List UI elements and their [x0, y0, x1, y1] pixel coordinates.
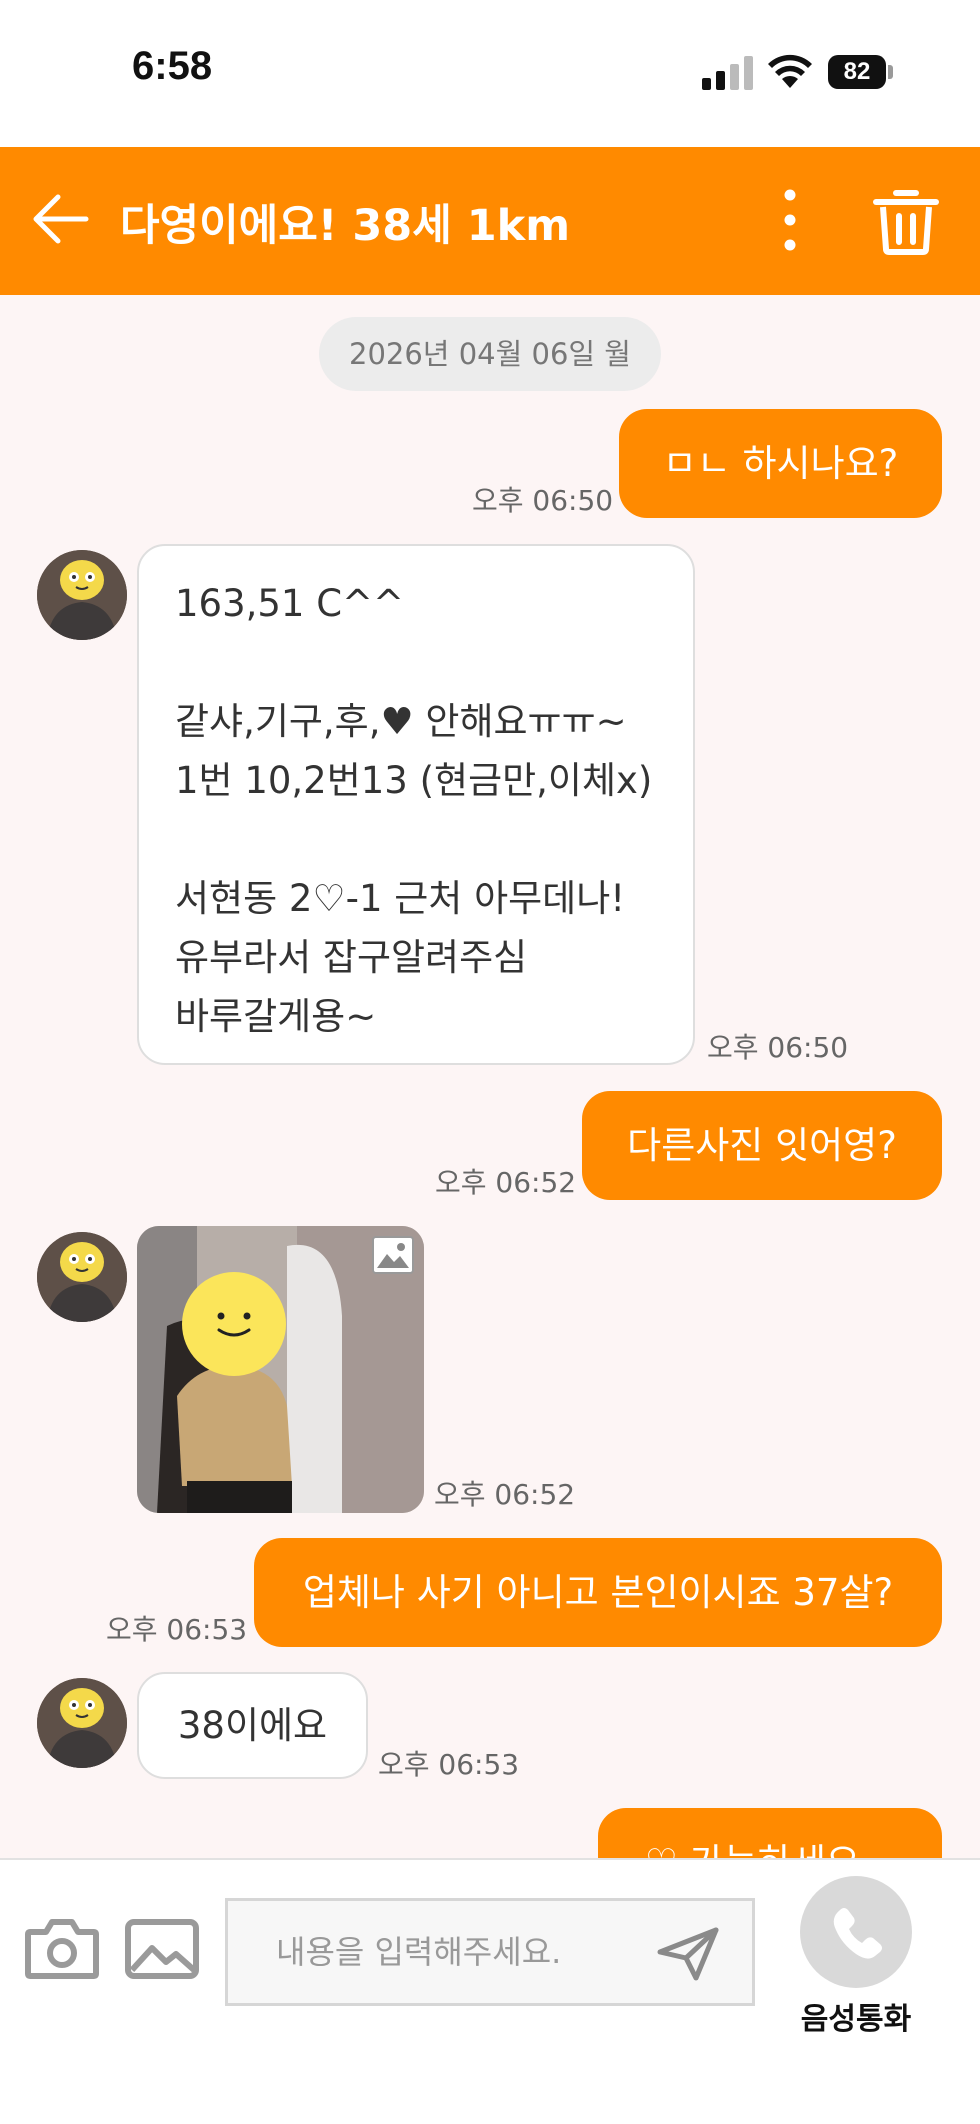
status-bar: 6:58 82 — [0, 0, 980, 147]
chat-header: 다영이에요! 38세 1km — [0, 147, 980, 295]
voice-call-button[interactable] — [800, 1876, 912, 1988]
back-arrow-icon[interactable] — [28, 187, 92, 251]
avatar-image — [37, 550, 127, 640]
message-time: 오후 06:50 — [707, 1031, 849, 1064]
trash-icon[interactable] — [872, 185, 940, 255]
message-time: 오후 06:53 — [106, 1613, 248, 1646]
sender-avatar[interactable] — [37, 1232, 127, 1322]
image-icon[interactable] — [124, 1918, 200, 1980]
cellular-signal-icon — [702, 56, 753, 90]
message-composer: 음성통화 — [0, 1858, 980, 2124]
message-photo[interactable] — [137, 1226, 424, 1513]
message-bubble-outgoing[interactable]: 업체나 사기 아니고 본인이시죠 37살? — [254, 1538, 942, 1647]
send-icon[interactable] — [656, 1926, 720, 1982]
message-bubble-incoming[interactable]: 38이에요 — [137, 1672, 368, 1779]
message-time: 오후 06:52 — [435, 1166, 577, 1199]
battery-indicator: 82 — [828, 55, 886, 89]
message-time: 오후 06:53 — [378, 1748, 520, 1781]
message-bubble-outgoing[interactable]: ♡ 가능하세요 .. — [598, 1808, 942, 1858]
sender-avatar[interactable] — [37, 550, 127, 640]
battery-cap — [888, 65, 893, 79]
message-time: 오후 06:52 — [434, 1478, 576, 1511]
status-time: 6:58 — [132, 44, 213, 88]
phone-icon — [833, 1908, 882, 1959]
more-vertical-icon[interactable] — [770, 187, 810, 253]
sender-avatar[interactable] — [37, 1678, 127, 1768]
chat-messages[interactable]: 2026년 04월 06일 월 ㅁㄴ 하시나요? 오후 06:50 163,51… — [0, 295, 980, 1858]
gallery-icon — [372, 1236, 414, 1274]
avatar-image — [37, 1678, 127, 1768]
wifi-icon — [768, 54, 812, 88]
chat-title: 다영이에요! 38세 1km — [120, 201, 571, 251]
message-bubble-outgoing[interactable]: 다른사진 잇어영? — [582, 1091, 942, 1200]
message-time: 오후 06:50 — [472, 484, 614, 517]
camera-icon[interactable] — [24, 1916, 100, 1982]
message-bubble-outgoing[interactable]: ㅁㄴ 하시나요? — [619, 409, 942, 518]
date-divider: 2026년 04월 06일 월 — [319, 317, 661, 391]
message-bubble-incoming[interactable]: 163,51 C^^ 같샤,기구,후,♥ 안해요ㅠㅠ~ 1번 10,2번13 (… — [137, 544, 695, 1065]
avatar-image — [37, 1232, 127, 1322]
voice-call-label: 음성통화 — [800, 2002, 912, 2037]
